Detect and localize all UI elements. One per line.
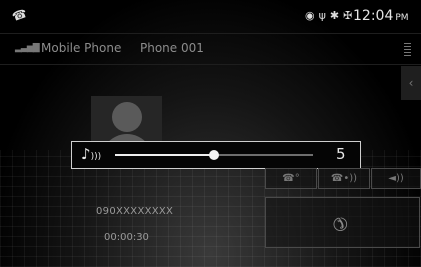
status-bar: ☎ ◉ ψ ✱ ✠ 12:04 PM: [0, 0, 421, 32]
menu-icon[interactable]: [404, 42, 411, 56]
side-panel-toggle[interactable]: ‹: [401, 66, 421, 100]
phone-icon: ☎: [10, 5, 29, 25]
handset-transfer-icon: ☎•)): [330, 173, 358, 184]
usb-icon: ψ: [318, 9, 326, 22]
volume-slider[interactable]: [115, 150, 313, 160]
bluetooth-icon: ✱: [329, 9, 340, 22]
signal-strength-icon: ▂▃▅▇: [15, 43, 40, 53]
transfer-button[interactable]: ☎•)): [318, 168, 370, 189]
avatar-head: [112, 102, 142, 132]
volume-slider-thumb[interactable]: [209, 150, 219, 160]
caller-number: 090XXXXXXXX: [96, 206, 174, 217]
navigation-icon: ◉: [305, 9, 315, 22]
hold-button[interactable]: ☎°: [265, 168, 317, 189]
end-call-icon: ✆: [326, 210, 353, 237]
clock-ampm: PM: [395, 13, 409, 23]
volume-slider-fill: [115, 154, 214, 156]
phone-name-label: Phone 001: [140, 41, 204, 55]
ringtone-volume-icon: ♪))): [81, 145, 102, 163]
call-duration: 00:00:30: [104, 232, 149, 243]
call-header: ▂▃▅▇ Mobile Phone Phone 001: [0, 33, 421, 65]
device-type-label: Mobile Phone: [41, 41, 122, 55]
end-call-button[interactable]: ✆: [265, 197, 420, 248]
phone-call-screen: ☎ ◉ ψ ✱ ✠ 12:04 PM ▂▃▅▇ Mobile Phone Phon…: [0, 0, 421, 267]
wifi-icon: ✠: [343, 9, 353, 22]
volume-popup: ♪))) 5: [71, 141, 361, 169]
clock: 12:04 PM: [353, 8, 409, 24]
speaker-button[interactable]: ◄)): [371, 168, 421, 189]
status-icons: ◉ ψ ✱ ✠: [305, 9, 352, 22]
volume-value: 5: [336, 145, 346, 163]
speaker-icon: ◄)): [388, 173, 404, 184]
call-hold-icon: ☎°: [282, 173, 300, 184]
chevron-left-icon: ‹: [408, 76, 414, 90]
clock-time: 12:04: [353, 8, 394, 24]
